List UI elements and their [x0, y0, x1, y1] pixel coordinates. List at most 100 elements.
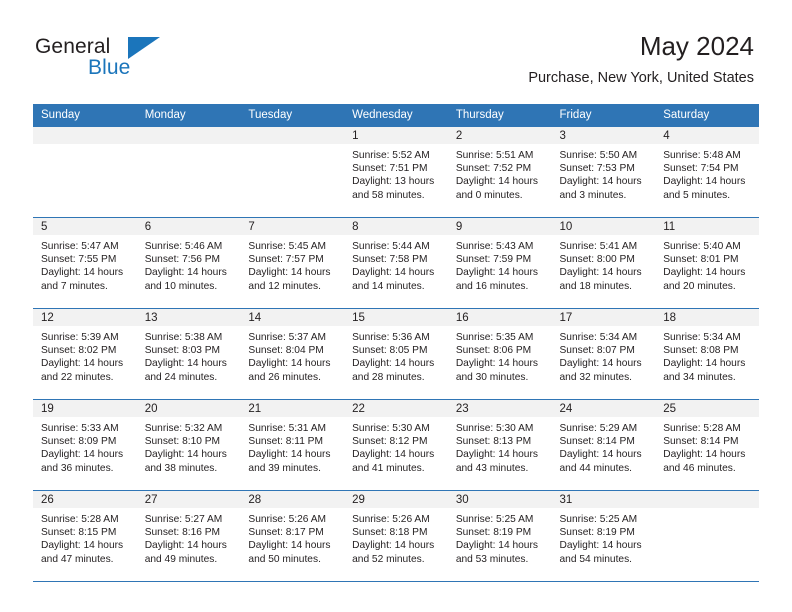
day-number: 17 — [551, 309, 656, 326]
day-cell[interactable]: 29 Sunrise: 5:26 AM Sunset: 8:18 PM Dayligh… — [344, 491, 448, 581]
day-cell[interactable]: 9 Sunrise: 5:43 AM Sunset: 7:59 PM Daylight… — [447, 218, 552, 308]
calendar-cell[interactable]: 24 Sunrise: 5:29 AM Sunset: 8:14 PM Dayligh… — [551, 399, 656, 491]
day-cell[interactable]: 15 Sunrise: 5:36 AM Sunset: 8:05 PM Dayligh… — [344, 309, 448, 399]
day-cell[interactable]: 11 Sunrise: 5:40 AM Sunset: 8:01 PM Dayligh… — [655, 218, 759, 308]
sunset-text: Sunset: 7:56 PM — [144, 254, 221, 266]
day-details: Sunrise: 5:48 AM Sunset: 7:54 PM Daylight:… — [655, 144, 759, 202]
calendar-cell[interactable]: 13 Sunrise: 5:38 AM Sunset: 8:03 PM Dayligh… — [136, 308, 241, 400]
day-cell[interactable]: 17 Sunrise: 5:34 AM Sunset: 8:07 PM Dayligh… — [551, 309, 656, 399]
day-cell[interactable]: 19 Sunrise: 5:33 AM Sunset: 8:09 PM Dayligh… — [33, 400, 137, 490]
day-number: 23 — [447, 400, 552, 417]
calendar-cell[interactable]: 31 Sunrise: 5:25 AM Sunset: 8:19 PM Dayligh… — [551, 490, 656, 582]
day-cell[interactable]: 4 Sunrise: 5:48 AM Sunset: 7:54 PM Daylight… — [655, 127, 759, 217]
day-cell[interactable]: 5 Sunrise: 5:47 AM Sunset: 7:55 PM Daylight… — [33, 218, 137, 308]
day-number: 4 — [655, 127, 759, 144]
calendar-cell[interactable]: 5 Sunrise: 5:47 AM Sunset: 7:55 PM Daylight… — [33, 217, 137, 309]
day-cell[interactable]: 24 Sunrise: 5:29 AM Sunset: 8:14 PM Dayligh… — [551, 400, 656, 490]
calendar-cell[interactable] — [33, 127, 137, 218]
calendar-cell[interactable]: 12 Sunrise: 5:39 AM Sunset: 8:02 PM Dayligh… — [33, 308, 137, 400]
sunrise-text: Sunrise: 5:40 AM — [663, 241, 741, 252]
daylight-line2: and 12 minutes. — [248, 280, 321, 292]
calendar-cell[interactable]: 2 Sunrise: 5:51 AM Sunset: 7:52 PM Daylight… — [447, 127, 552, 218]
sunrise-text: Sunrise: 5:26 AM — [352, 514, 430, 525]
calendar-cell[interactable]: 18 Sunrise: 5:34 AM Sunset: 8:08 PM Dayligh… — [655, 308, 759, 400]
calendar-cell[interactable]: 26 Sunrise: 5:28 AM Sunset: 8:15 PM Dayligh… — [33, 490, 137, 582]
day-cell[interactable]: 21 Sunrise: 5:31 AM Sunset: 8:11 PM Dayligh… — [240, 400, 345, 490]
day-cell[interactable]: 12 Sunrise: 5:39 AM Sunset: 8:02 PM Dayligh… — [33, 309, 137, 399]
sunrise-text: Sunrise: 5:29 AM — [559, 423, 638, 434]
calendar-cell[interactable]: 21 Sunrise: 5:31 AM Sunset: 8:11 PM Dayligh… — [240, 399, 345, 491]
day-cell[interactable]: 16 Sunrise: 5:35 AM Sunset: 8:06 PM Dayligh… — [447, 309, 552, 399]
day-cell[interactable]: 8 Sunrise: 5:44 AM Sunset: 7:58 PM Daylight… — [344, 218, 448, 308]
daylight-text: Daylight: 14 hours — [352, 267, 435, 279]
weekday-header-wednesday: Wednesday — [344, 104, 448, 127]
day-cell[interactable]: 7 Sunrise: 5:45 AM Sunset: 7:57 PM Daylight… — [240, 218, 345, 308]
day-cell[interactable]: 31 Sunrise: 5:25 AM Sunset: 8:19 PM Dayligh… — [551, 491, 656, 581]
calendar-cell[interactable]: 7 Sunrise: 5:45 AM Sunset: 7:57 PM Daylight… — [240, 217, 345, 309]
calendar-table: Sunday Monday Tuesday Wednesday Thursday… — [33, 104, 759, 582]
calendar-cell[interactable]: 30 Sunrise: 5:25 AM Sunset: 8:19 PM Dayligh… — [447, 490, 552, 582]
day-number: 31 — [551, 491, 656, 508]
calendar-cell[interactable]: 23 Sunrise: 5:30 AM Sunset: 8:13 PM Dayligh… — [447, 399, 552, 491]
calendar-cell[interactable]: 1 Sunrise: 5:52 AM Sunset: 7:51 PM Daylight… — [344, 127, 448, 218]
day-number: 21 — [240, 400, 345, 417]
calendar-cell[interactable]: 17 Sunrise: 5:34 AM Sunset: 8:07 PM Dayligh… — [551, 308, 656, 400]
sunset-text: Sunset: 8:19 PM — [455, 527, 532, 539]
day-cell[interactable]: 26 Sunrise: 5:28 AM Sunset: 8:15 PM Dayligh… — [33, 491, 137, 581]
daylight-text: Daylight: 14 hours — [144, 540, 227, 552]
calendar-cell[interactable]: 27 Sunrise: 5:27 AM Sunset: 8:16 PM Dayligh… — [136, 490, 241, 582]
sunset-text: Sunset: 8:04 PM — [248, 345, 324, 357]
logo-general-blue[interactable]: General Blue — [35, 35, 265, 90]
daylight-line2: and 38 minutes. — [144, 462, 218, 474]
calendar-cell[interactable]: 15 Sunrise: 5:36 AM Sunset: 8:05 PM Dayligh… — [344, 308, 448, 400]
calendar-cell[interactable]: 16 Sunrise: 5:35 AM Sunset: 8:06 PM Dayligh… — [447, 308, 552, 400]
sunrise-text: Sunrise: 5:31 AM — [248, 423, 326, 434]
calendar-cell[interactable]: 4 Sunrise: 5:48 AM Sunset: 7:54 PM Daylight… — [655, 127, 759, 218]
calendar-cell[interactable]: 20 Sunrise: 5:32 AM Sunset: 8:10 PM Dayligh… — [136, 399, 241, 491]
calendar-cell[interactable]: 9 Sunrise: 5:43 AM Sunset: 7:59 PM Daylight… — [447, 217, 552, 309]
calendar-cell[interactable]: 22 Sunrise: 5:30 AM Sunset: 8:12 PM Dayligh… — [344, 399, 448, 491]
daylight-line2: and 7 minutes. — [41, 280, 108, 292]
calendar-cell[interactable]: 6 Sunrise: 5:46 AM Sunset: 7:56 PM Daylight… — [136, 217, 241, 309]
calendar-cell[interactable]: 11 Sunrise: 5:40 AM Sunset: 8:01 PM Dayligh… — [655, 217, 759, 309]
calendar-cell[interactable]: 8 Sunrise: 5:44 AM Sunset: 7:58 PM Daylight… — [344, 217, 448, 309]
calendar-cell[interactable]: 3 Sunrise: 5:50 AM Sunset: 7:53 PM Daylight… — [551, 127, 656, 218]
day-cell[interactable]: 27 Sunrise: 5:27 AM Sunset: 8:16 PM Dayligh… — [136, 491, 241, 581]
calendar-cell[interactable]: 29 Sunrise: 5:26 AM Sunset: 8:18 PM Dayligh… — [344, 490, 448, 582]
daylight-line2: and 44 minutes. — [559, 462, 633, 474]
day-cell[interactable]: 30 Sunrise: 5:25 AM Sunset: 8:19 PM Dayligh… — [447, 491, 552, 581]
calendar-cell[interactable]: 10 Sunrise: 5:41 AM Sunset: 8:00 PM Dayligh… — [551, 217, 656, 309]
day-cell[interactable]: 18 Sunrise: 5:34 AM Sunset: 8:08 PM Dayligh… — [655, 309, 759, 399]
day-cell[interactable]: 2 Sunrise: 5:51 AM Sunset: 7:52 PM Daylight… — [447, 127, 552, 217]
day-cell[interactable]: 20 Sunrise: 5:32 AM Sunset: 8:10 PM Dayligh… — [136, 400, 241, 490]
daylight-line2: and 54 minutes. — [559, 553, 633, 565]
calendar-cell[interactable] — [136, 127, 241, 218]
day-number: 9 — [447, 218, 552, 235]
title-block: May 2024 Purchase, New York, United Stat… — [528, 30, 754, 87]
day-cell[interactable]: 13 Sunrise: 5:38 AM Sunset: 8:03 PM Dayligh… — [136, 309, 241, 399]
day-details: Sunrise: 5:30 AM Sunset: 8:12 PM Daylight:… — [344, 417, 448, 475]
day-cell[interactable]: 3 Sunrise: 5:50 AM Sunset: 7:53 PM Daylight… — [551, 127, 656, 217]
calendar-cell[interactable]: 19 Sunrise: 5:33 AM Sunset: 8:09 PM Dayligh… — [33, 399, 137, 491]
day-cell[interactable]: 23 Sunrise: 5:30 AM Sunset: 8:13 PM Dayligh… — [447, 400, 552, 490]
day-cell[interactable]: 10 Sunrise: 5:41 AM Sunset: 8:00 PM Dayligh… — [551, 218, 656, 308]
day-cell[interactable]: 22 Sunrise: 5:30 AM Sunset: 8:12 PM Dayligh… — [344, 400, 448, 490]
calendar-cell[interactable]: 25 Sunrise: 5:28 AM Sunset: 8:14 PM Dayligh… — [655, 399, 759, 491]
calendar-cell[interactable] — [240, 127, 345, 218]
empty-day-cell — [136, 127, 241, 217]
calendar-cell[interactable]: 14 Sunrise: 5:37 AM Sunset: 8:04 PM Dayligh… — [240, 308, 345, 400]
calendar-cell[interactable]: 28 Sunrise: 5:26 AM Sunset: 8:17 PM Dayligh… — [240, 490, 345, 582]
sunset-text: Sunset: 8:17 PM — [248, 527, 324, 539]
daylight-line2: and 46 minutes. — [663, 462, 736, 474]
daylight-text: Daylight: 14 hours — [559, 540, 642, 552]
day-number: 25 — [655, 400, 759, 417]
daylight-line2: and 16 minutes. — [455, 280, 529, 292]
day-cell[interactable]: 14 Sunrise: 5:37 AM Sunset: 8:04 PM Dayligh… — [240, 309, 345, 399]
day-cell[interactable]: 28 Sunrise: 5:26 AM Sunset: 8:17 PM Dayligh… — [240, 491, 345, 581]
day-cell[interactable]: 6 Sunrise: 5:46 AM Sunset: 7:56 PM Daylight… — [136, 218, 241, 308]
day-cell[interactable]: 1 Sunrise: 5:52 AM Sunset: 7:51 PM Daylight… — [344, 127, 448, 217]
day-cell[interactable]: 25 Sunrise: 5:28 AM Sunset: 8:14 PM Dayligh… — [655, 400, 759, 490]
calendar-cell[interactable] — [655, 490, 759, 582]
day-details: Sunrise: 5:29 AM Sunset: 8:14 PM Daylight:… — [552, 417, 656, 475]
day-details: Sunrise: 5:52 AM Sunset: 7:51 PM Daylight:… — [344, 144, 448, 202]
